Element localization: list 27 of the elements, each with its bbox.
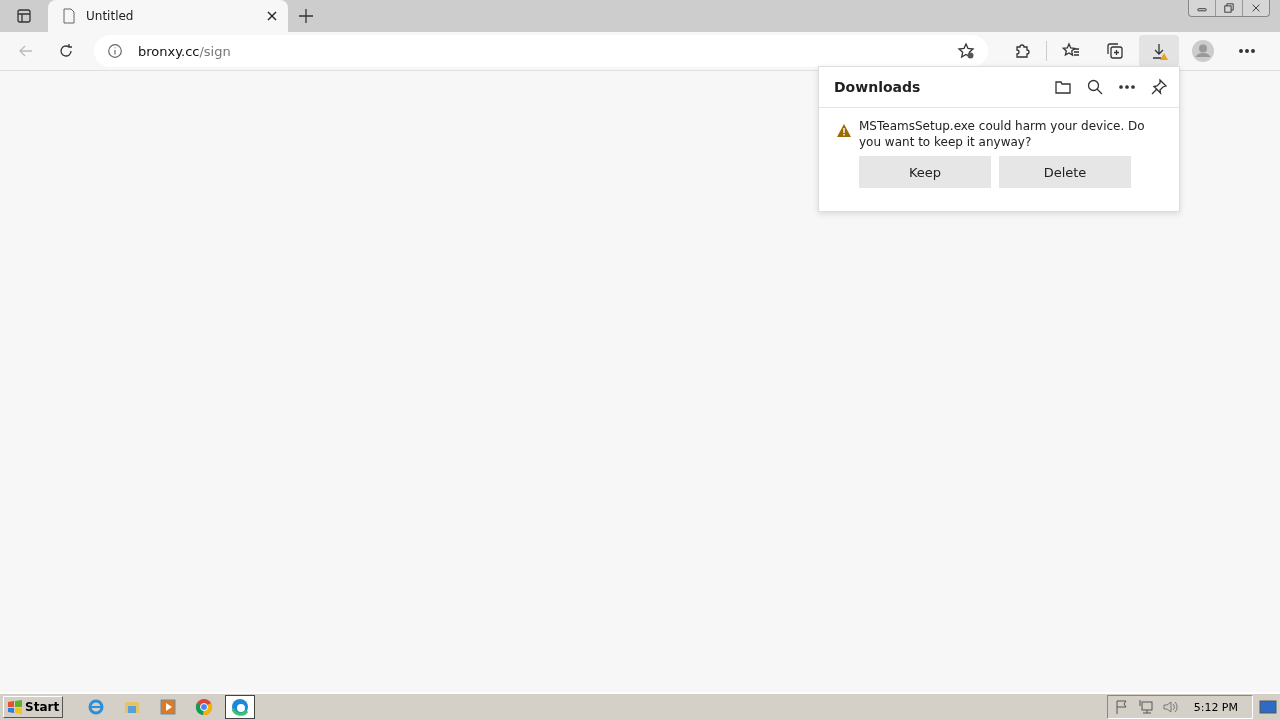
tab-actions-icon[interactable] (14, 6, 34, 26)
warning-message: MSTeamsSetup.exe could harm your device. Do you want to keep it anyway? (859, 118, 1146, 150)
new-tab-icon[interactable] (296, 6, 316, 26)
windows-logo-icon (7, 700, 23, 714)
warning-icon (837, 124, 851, 137)
search-icon[interactable] (1085, 77, 1105, 97)
keep-button[interactable]: Keep (859, 156, 991, 188)
add-favorite-icon[interactable] (956, 41, 976, 61)
delete-button[interactable]: Delete (999, 156, 1131, 188)
address-bar[interactable]: bronxy.cc/sign (94, 35, 988, 67)
profile-icon[interactable] (1192, 40, 1214, 62)
chrome-icon[interactable] (195, 698, 214, 716)
info-icon[interactable] (106, 42, 124, 60)
network-icon[interactable] (1137, 699, 1154, 715)
panel-title: Downloads (834, 79, 922, 95)
pin-icon[interactable] (1149, 77, 1169, 97)
flag-icon[interactable] (1113, 699, 1130, 715)
speaker-icon[interactable] (1161, 699, 1178, 715)
edge-icon[interactable] (231, 698, 250, 716)
browser-tab[interactable]: Untitled (48, 0, 288, 32)
page-icon (62, 8, 76, 24)
close-icon[interactable] (266, 10, 278, 22)
start-button[interactable]: Start (3, 696, 64, 718)
url-text: bronxy.cc/sign (138, 43, 232, 59)
clock: 5:12 PM (1193, 700, 1238, 714)
media-player-icon[interactable] (159, 698, 178, 716)
collections-icon[interactable] (1105, 41, 1125, 61)
